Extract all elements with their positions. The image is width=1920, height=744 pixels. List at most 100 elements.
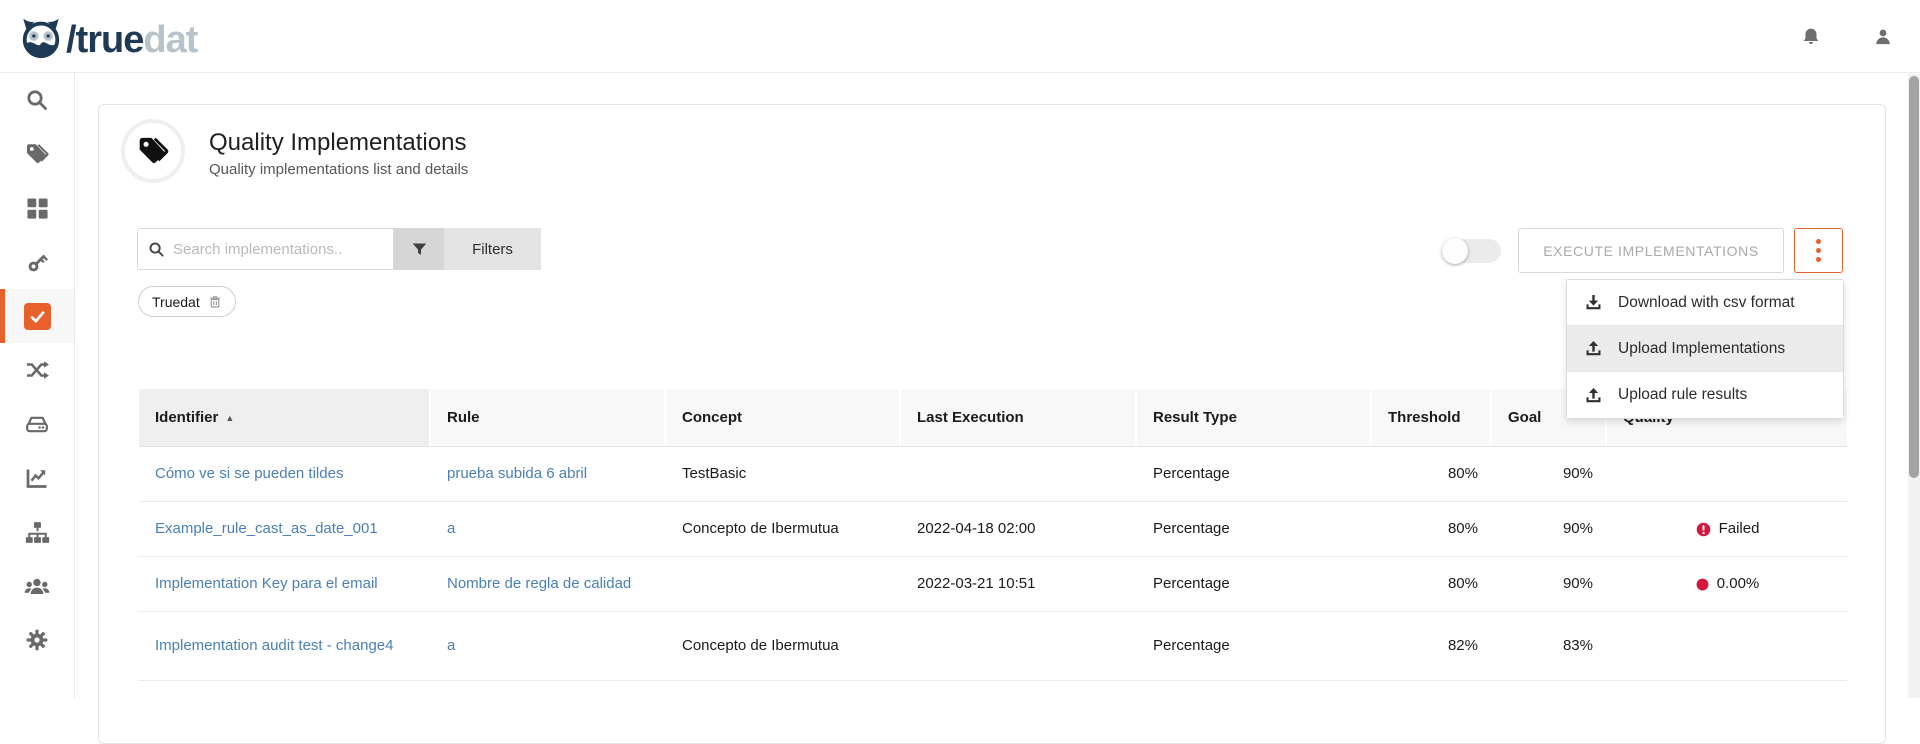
rule-link[interactable]: a	[447, 519, 455, 539]
column-header-concept[interactable]: Concept	[666, 389, 901, 446]
kebab-menu-button[interactable]	[1794, 228, 1843, 273]
quality-cell: Failed	[1607, 502, 1847, 556]
search-box	[137, 228, 394, 270]
search-input[interactable]	[173, 241, 383, 258]
user-profile-icon[interactable]	[1870, 24, 1896, 50]
concept-cell	[666, 557, 901, 611]
kebab-dot	[1816, 239, 1821, 244]
menu-item-download-csv[interactable]: Download with csv format	[1567, 280, 1843, 326]
last-execution-cell: 2022-03-21 10:51	[901, 557, 1137, 611]
threshold-cell: 80%	[1372, 502, 1492, 556]
result-type-cell: Percentage	[1137, 447, 1372, 501]
concept-cell: Concepto de Ibermutua	[666, 502, 901, 556]
top-bar: /truedat	[0, 0, 1920, 73]
implementations-table: Identifier ▲ Rule Concept Last Execution…	[139, 389, 1847, 681]
threshold-cell: 82%	[1372, 612, 1492, 680]
filters-button[interactable]: Filters	[444, 228, 541, 270]
sidebar-item-permissions[interactable]	[0, 235, 74, 289]
sidebar-item-structures[interactable]	[0, 505, 74, 559]
threshold-cell: 80%	[1372, 557, 1492, 611]
sidebar-item-tags[interactable]	[0, 127, 74, 181]
threshold-cell: 80%	[1372, 447, 1492, 501]
menu-item-upload-implementations[interactable]: Upload Implementations	[1567, 326, 1843, 372]
kebab-dot	[1816, 257, 1821, 262]
filter-funnel-button[interactable]	[394, 228, 444, 270]
notifications-bell-icon[interactable]	[1798, 24, 1824, 50]
sidebar-item-users[interactable]	[0, 559, 74, 613]
page-badge	[121, 119, 185, 183]
quality-status-label: Failed	[1719, 519, 1760, 539]
search-icon	[25, 88, 49, 112]
rule-link[interactable]: Nombre de regla de calidad	[447, 574, 631, 594]
page-scrollbar-track	[1908, 74, 1920, 698]
menu-item-label: Upload rule results	[1618, 386, 1747, 404]
goal-cell: 83%	[1492, 612, 1607, 680]
menu-item-label: Download with csv format	[1618, 294, 1795, 312]
key-icon	[25, 250, 50, 275]
sort-asc-icon: ▲	[225, 413, 234, 423]
truedat-logo[interactable]: /truedat	[18, 14, 197, 65]
logo-slash: /	[66, 19, 76, 61]
identifier-link[interactable]: Implementation Key para el email	[155, 574, 378, 594]
identifier-link[interactable]: Implementation audit test - change4	[155, 636, 393, 656]
sidebar-item-settings[interactable]	[0, 613, 74, 667]
identifier-link[interactable]: Example_rule_cast_as_date_001	[155, 519, 378, 539]
filter-chip-truedat[interactable]: Truedat	[138, 286, 236, 317]
table-row: Implementation Key para el email Nombre …	[139, 557, 1847, 612]
identifier-link[interactable]: Cómo ve si se pueden tildes	[155, 464, 343, 484]
execute-toggle[interactable]	[1443, 239, 1501, 263]
last-execution-cell: 2022-04-18 02:00	[901, 502, 1137, 556]
gear-icon	[25, 628, 49, 652]
last-execution-cell	[901, 612, 1137, 680]
quality-value-label: 0.00%	[1717, 574, 1760, 594]
upload-icon	[1584, 339, 1603, 358]
actions-dropdown-menu: Download with csv format Upload Implemen…	[1566, 279, 1844, 419]
quality-cell	[1607, 447, 1847, 501]
sidebar-item-lineage[interactable]	[0, 343, 74, 397]
column-header-result-type[interactable]: Result Type	[1137, 389, 1372, 446]
column-header-rule[interactable]: Rule	[431, 389, 666, 446]
logo-text-primary: true	[76, 19, 144, 61]
last-execution-cell	[901, 447, 1137, 501]
quality-cell: 0.00%	[1607, 557, 1847, 611]
tags-badge-icon	[137, 135, 169, 167]
sidebar-item-dashboards[interactable]	[0, 451, 74, 505]
goal-cell: 90%	[1492, 502, 1607, 556]
execute-implementations-button[interactable]: EXECUTE IMPLEMENTATIONS	[1518, 228, 1784, 273]
sidebar-nav	[0, 73, 75, 698]
concept-cell: Concepto de Ibermutua	[666, 612, 901, 680]
upload-icon	[1584, 386, 1603, 405]
column-header-threshold[interactable]: Threshold	[1372, 389, 1492, 446]
table-row: Example_rule_cast_as_date_001 a Concepto…	[139, 502, 1847, 557]
toggle-knob	[1442, 238, 1468, 264]
rule-link[interactable]: prueba subida 6 abril	[447, 464, 587, 484]
server-hdd-icon	[25, 412, 49, 436]
result-type-cell: Percentage	[1137, 557, 1372, 611]
table-row: Cómo ve si se pueden tildes prueba subid…	[139, 447, 1847, 502]
chart-line-icon	[25, 466, 49, 490]
quality-red-dot-icon	[1695, 577, 1710, 592]
trash-icon[interactable]	[208, 295, 222, 309]
concept-cell: TestBasic	[666, 447, 901, 501]
page-subtitle: Quality implementations list and details	[209, 161, 468, 178]
page-scrollbar-thumb[interactable]	[1909, 76, 1919, 478]
rule-link[interactable]: a	[447, 636, 455, 656]
sitemap-icon	[25, 520, 50, 545]
column-header-last-execution[interactable]: Last Execution	[901, 389, 1137, 446]
kebab-dot	[1816, 248, 1821, 253]
sidebar-item-search[interactable]	[0, 73, 74, 127]
quality-implementations-card: Quality Implementations Quality implemen…	[98, 104, 1886, 744]
chip-label: Truedat	[152, 294, 200, 310]
quality-check-icon	[24, 303, 51, 330]
users-group-icon	[24, 573, 50, 599]
grid-icon	[26, 197, 49, 220]
failed-exclamation-icon	[1695, 521, 1712, 538]
owl-logo-icon	[18, 14, 64, 65]
column-header-identifier[interactable]: Identifier ▲	[139, 389, 431, 446]
search-icon	[148, 241, 165, 258]
sidebar-item-modules[interactable]	[0, 181, 74, 235]
goal-cell: 90%	[1492, 557, 1607, 611]
menu-item-upload-rule-results[interactable]: Upload rule results	[1567, 372, 1843, 418]
sidebar-item-sources[interactable]	[0, 397, 74, 451]
sidebar-item-quality[interactable]	[0, 289, 74, 343]
